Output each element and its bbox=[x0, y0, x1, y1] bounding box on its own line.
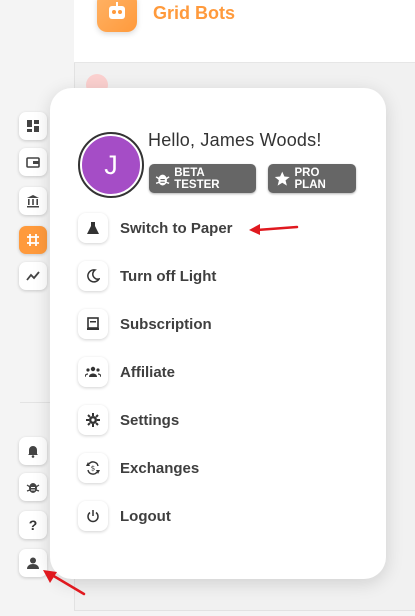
chart-icon bbox=[26, 271, 40, 281]
menu-item-turn-off-light[interactable]: Turn off Light bbox=[78, 260, 216, 292]
menu-item-exchanges[interactable]: $ Exchanges bbox=[78, 452, 199, 484]
pro-plan-badge: PRO PLAN bbox=[268, 164, 356, 193]
flask-icon bbox=[87, 222, 99, 234]
sidebar-item-help[interactable]: ? bbox=[19, 511, 47, 539]
sidebar-item-dashboard[interactable] bbox=[19, 112, 47, 140]
annotation-arrow-switch-to-paper bbox=[249, 224, 299, 235]
menu-item-label: Settings bbox=[120, 411, 180, 429]
beta-tester-badge: BETA TESTER bbox=[149, 164, 256, 193]
annotation-arrow-profile bbox=[43, 570, 86, 596]
menu-item-label: Subscription bbox=[120, 315, 212, 333]
menu-item-affiliate[interactable]: Affiliate bbox=[78, 356, 175, 388]
menu-item-label: Turn off Light bbox=[120, 267, 217, 285]
grid-icon bbox=[27, 234, 39, 246]
menu-item-logout[interactable]: Logout bbox=[78, 500, 171, 532]
user-icon bbox=[27, 557, 39, 569]
receipt-icon bbox=[87, 317, 99, 330]
sidebar-item-bug-report[interactable] bbox=[19, 473, 47, 501]
menu-item-label: Affiliate bbox=[120, 363, 176, 381]
menu-item-label: Switch to Paper bbox=[120, 219, 233, 237]
pro-plan-label: PRO PLAN bbox=[294, 166, 326, 191]
bell-icon bbox=[28, 446, 38, 458]
beta-tester-label: BETA TESTER bbox=[174, 166, 220, 191]
menu-item-switch-to-paper[interactable]: Switch to Paper bbox=[78, 212, 233, 244]
bug-icon bbox=[155, 174, 170, 186]
moon-icon bbox=[87, 269, 100, 283]
sidebar-item-bank[interactable] bbox=[19, 187, 47, 215]
exchange-icon: $ bbox=[86, 461, 100, 475]
star-icon bbox=[274, 171, 290, 186]
bug-icon bbox=[26, 483, 40, 493]
avatar-initial: J bbox=[104, 149, 118, 180]
menu-item-label: Logout bbox=[120, 507, 171, 525]
bank-icon bbox=[27, 195, 39, 208]
profile-menu: J Hello, James Woods! BETA TESTER PRO PL… bbox=[50, 88, 386, 579]
dashboard-icon bbox=[27, 120, 39, 132]
sidebar-item-analytics[interactable] bbox=[19, 262, 47, 290]
gear-icon bbox=[86, 413, 100, 427]
wallet-icon bbox=[26, 157, 40, 168]
svg-text:$: $ bbox=[91, 465, 95, 473]
robot-logo-icon bbox=[97, 0, 137, 32]
avatar: J bbox=[78, 132, 144, 198]
menu-item-settings[interactable]: Settings bbox=[78, 404, 179, 436]
page-title: Grid Bots bbox=[153, 3, 236, 23]
greeting-text: Hello, James Woods! bbox=[148, 130, 322, 150]
sidebar-item-grid-bots[interactable] bbox=[19, 226, 47, 254]
help-icon: ? bbox=[28, 517, 38, 533]
sidebar-item-notifications[interactable] bbox=[19, 437, 47, 465]
power-icon bbox=[87, 510, 99, 523]
menu-item-label: Exchanges bbox=[120, 459, 200, 477]
sidebar-item-wallet[interactable] bbox=[19, 148, 47, 176]
menu-item-subscription[interactable]: Subscription bbox=[78, 308, 212, 340]
people-icon bbox=[85, 366, 101, 378]
